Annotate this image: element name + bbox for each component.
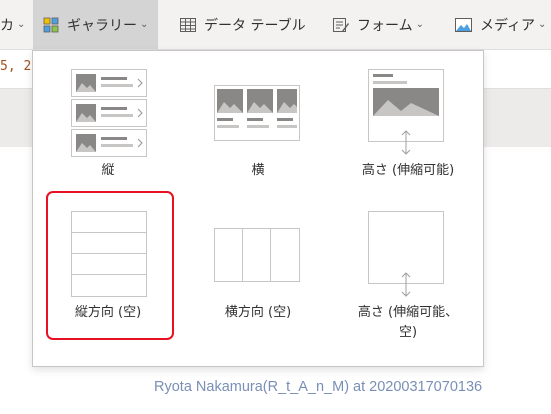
horizontal-gallery-thumbnail-icon xyxy=(214,85,300,141)
horizontal-blank-gallery-thumbnail-icon xyxy=(214,228,300,282)
form-icon xyxy=(333,17,349,33)
watermark-text: Ryota Nakamura(R_t_A_n_M) at 20200317070… xyxy=(154,379,483,395)
ribbon-data-table-button[interactable]: データ テーブル xyxy=(180,0,306,49)
flexible-height-gallery-thumbnail-icon xyxy=(368,69,444,155)
chevron-down-icon: ⌄ xyxy=(17,19,26,30)
tile-label: 縦 xyxy=(101,163,115,178)
gallery-option-flexible-height[interactable]: 高さ (伸縮可能) xyxy=(333,51,483,191)
gallery-option-horizontal[interactable]: 横 xyxy=(183,51,333,191)
tile-label: 横 xyxy=(251,163,265,178)
data-table-icon xyxy=(180,17,196,32)
vertical-blank-gallery-thumbnail-icon xyxy=(71,211,147,297)
gallery-option-vertical-blank[interactable]: 縦方向 (空) xyxy=(33,191,183,331)
ribbon-item-partial[interactable]: カ ⌄ xyxy=(0,0,25,49)
tile-label: 縦方向 (空) xyxy=(74,305,142,320)
gallery-option-vertical[interactable]: 縦 xyxy=(33,51,183,191)
tile-label-line2: 空) xyxy=(398,325,418,340)
ribbon-media-button[interactable]: メディア ⌄ xyxy=(455,0,546,49)
gallery-dropdown-menu: 縦 横 高さ (伸縮可能) 縦方向 (空) 横方向 (空) 高さ (伸縮可能、 … xyxy=(32,50,484,367)
tile-label: 横方向 (空) xyxy=(224,305,292,320)
media-icon xyxy=(455,17,472,32)
formula-text: 5, 2 xyxy=(0,59,32,74)
gallery-icon xyxy=(43,17,59,33)
tile-label: 高さ (伸縮可能) xyxy=(361,163,455,178)
chevron-down-icon: ⌄ xyxy=(140,19,149,30)
gallery-option-horizontal-blank[interactable]: 横方向 (空) xyxy=(183,191,333,331)
ribbon-gallery-button[interactable]: ギャラリー ⌄ xyxy=(33,0,159,49)
chevron-down-icon: ⌄ xyxy=(415,19,424,30)
vertical-gallery-thumbnail-icon xyxy=(71,69,147,157)
gallery-option-flexible-height-blank[interactable]: 高さ (伸縮可能、 空) xyxy=(333,191,483,351)
tile-label-line1: 高さ (伸縮可能、 xyxy=(357,305,459,320)
ribbon-form-button[interactable]: フォーム ⌄ xyxy=(333,0,424,49)
flexible-height-blank-gallery-thumbnail-icon xyxy=(368,211,444,297)
ribbon-toolbar: カ ⌄ ギャラリー ⌄ データ テーブル フォーム ⌄ メディア ⌄ xyxy=(0,0,551,50)
chevron-down-icon: ⌄ xyxy=(538,19,547,30)
